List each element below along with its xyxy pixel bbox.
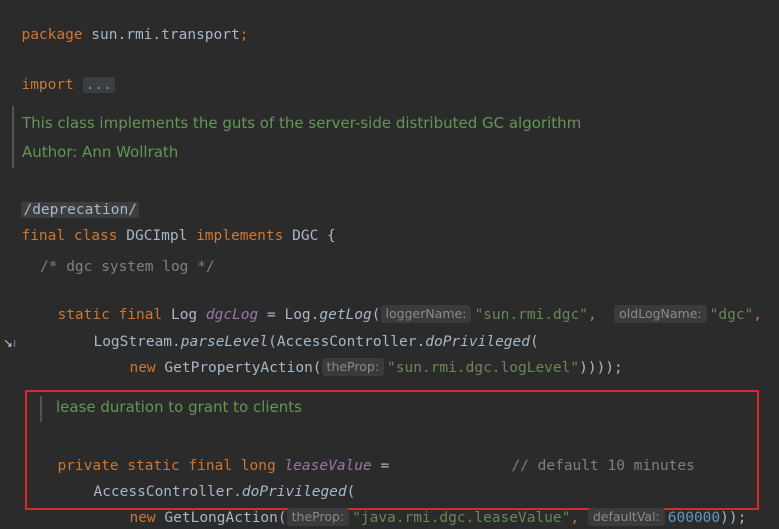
parameter-hint: theProp:: [321, 358, 385, 376]
code-line-getlong[interactable]: new GetLongAction(theProp: "java.rmi.dgc.…: [112, 485, 746, 526]
code-line-log-field[interactable]: static final Log dgcLog = Log.getLog(log…: [40, 282, 762, 323]
code-line-lease-field[interactable]: private static final long leaseValue = /…: [40, 433, 694, 474]
string-literal: "sun.rmi.dgc.logLevel": [387, 360, 580, 376]
line-comment: // default 10 minutes: [511, 458, 695, 474]
navigate-implementation-icon[interactable]: ↘I: [3, 336, 16, 350]
parameter-hint: oldLogName:: [614, 305, 707, 323]
code-line-logstream[interactable]: LogStream.parseLevel(AccessController.do…: [76, 309, 538, 350]
keyword: package: [21, 27, 83, 43]
interface-name: DGC {: [283, 228, 336, 244]
package-name: sun.rmi.transport: [82, 27, 240, 43]
string-literal: "dgc": [709, 307, 754, 323]
doc-comment-bar: [12, 106, 14, 168]
paren: ))));: [579, 360, 623, 376]
doc-comment-line: This class implements the guts of the se…: [22, 114, 582, 132]
code-line-import[interactable]: import ...: [4, 52, 115, 93]
parameter-hint: theProp:: [286, 508, 350, 526]
code-line-comment[interactable]: /* dgc system log */: [40, 256, 215, 278]
code-line-package[interactable]: package sun.rmi.transport;: [4, 2, 248, 43]
class-ref: GetPropertyAction(: [155, 360, 322, 376]
keyword: final class: [21, 228, 118, 244]
folded-imports[interactable]: ...: [82, 77, 115, 93]
number-literal: 600000: [667, 510, 721, 526]
code-line-getproperty[interactable]: new GetPropertyAction(theProp: "sun.rmi.d…: [112, 335, 623, 376]
operator: =: [371, 458, 390, 474]
class-name: DGCImpl: [117, 228, 197, 244]
code-line-access-controller[interactable]: AccessController.doPrivileged(: [76, 459, 355, 500]
code-line-deprecation[interactable]: /deprecation/: [4, 177, 139, 218]
keyword: new: [129, 510, 156, 526]
class-ref: GetLongAction(: [155, 510, 287, 526]
code-line-class-declaration[interactable]: final class DGCImpl implements DGC {: [4, 203, 335, 244]
comma: ,: [753, 307, 763, 323]
doc-comment-bar: [40, 396, 42, 422]
keyword: new: [129, 360, 156, 376]
comma: ,: [570, 510, 580, 526]
paren: ));: [720, 510, 747, 526]
keyword: import: [21, 77, 74, 93]
parameter-hint: defaultVal:: [587, 508, 665, 526]
string-literal: "java.rmi.dgc.leaseValue": [352, 510, 571, 526]
keyword: implements: [196, 228, 284, 244]
semicolon: ;: [239, 27, 249, 43]
doc-comment-author: Author: Ann Wollrath: [22, 143, 179, 161]
doc-comment-line: lease duration to grant to clients: [56, 398, 302, 416]
comma: ,: [587, 307, 597, 323]
